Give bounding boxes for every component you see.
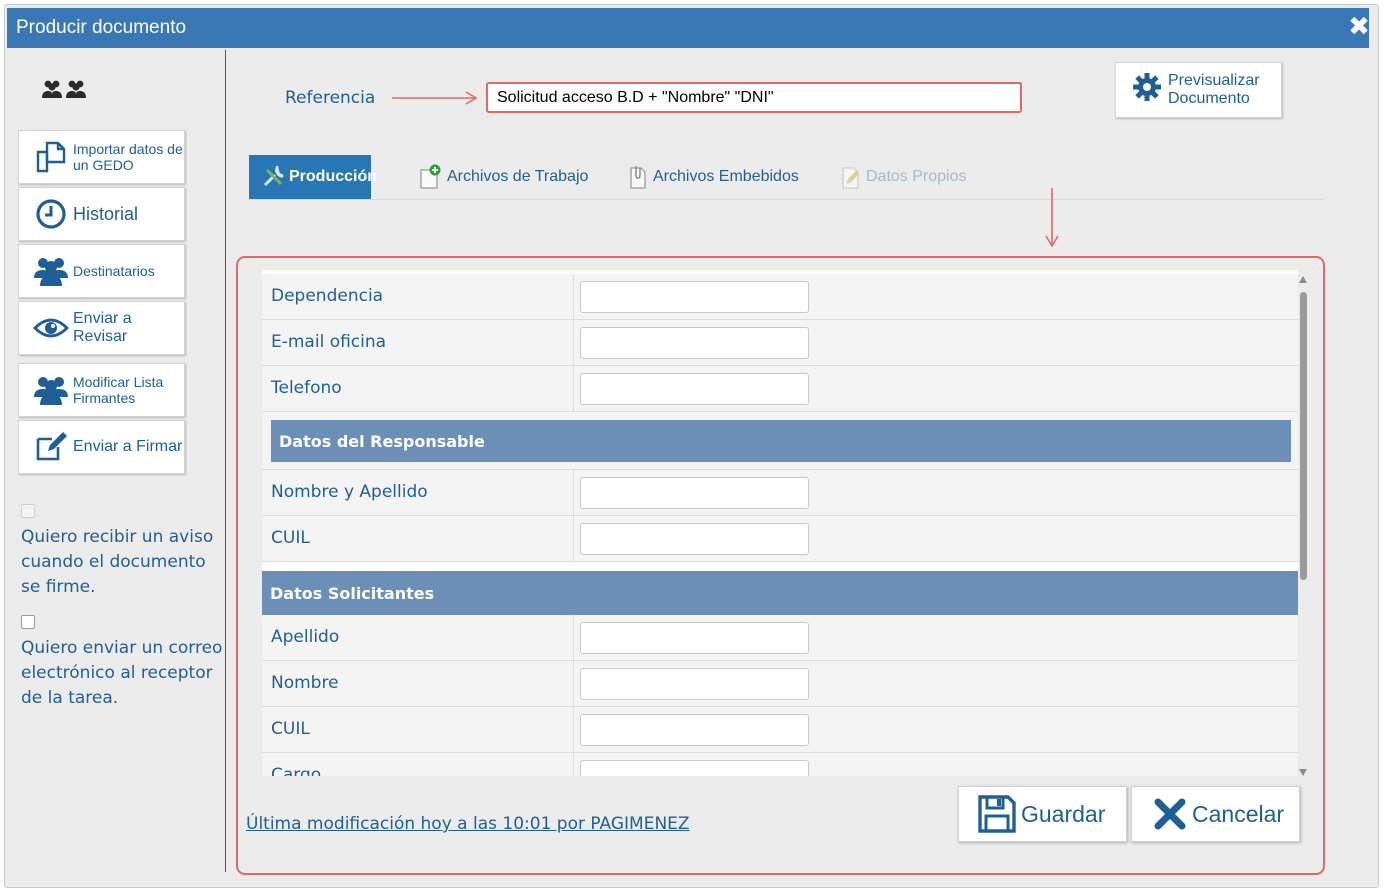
row-divider bbox=[573, 661, 574, 707]
edit-icon bbox=[33, 430, 69, 464]
recipients-button[interactable]: Destinatarios bbox=[18, 244, 185, 298]
users-icon bbox=[33, 373, 69, 407]
modify-signers-label: Modificar Lista Firmantes bbox=[73, 373, 164, 406]
field-label: Telefono bbox=[271, 378, 342, 398]
reference-input[interactable] bbox=[486, 82, 1022, 113]
import-gedo-label: Importar datos de un GEDO bbox=[73, 140, 183, 173]
row-divider bbox=[573, 470, 574, 516]
group-icon bbox=[41, 78, 91, 106]
eye-icon bbox=[33, 311, 69, 345]
table-row: Dependencia bbox=[262, 274, 1298, 320]
telefono-field[interactable] bbox=[580, 373, 809, 405]
send-review-button[interactable]: Enviar a Revisar bbox=[18, 301, 185, 355]
field-label: CUIL bbox=[271, 719, 310, 739]
nombre-apellido-field[interactable] bbox=[580, 477, 809, 509]
table-row: Telefono bbox=[262, 366, 1298, 412]
table-row: Nombre bbox=[262, 661, 1298, 707]
form-table: Dependencia E-mail oficina Telefono Dato… bbox=[262, 270, 1298, 776]
save-button[interactable]: Guardar bbox=[958, 786, 1127, 842]
reference-label: Referencia bbox=[285, 88, 376, 108]
history-button[interactable]: Historial bbox=[18, 187, 185, 241]
add-file-icon bbox=[419, 164, 443, 190]
section-header-responsable: Datos del Responsable bbox=[271, 420, 1291, 462]
table-row: Cargo bbox=[262, 753, 1298, 776]
cuil-responsable-field[interactable] bbox=[580, 523, 809, 555]
email-receiver-checkbox[interactable] bbox=[21, 615, 35, 629]
copy-icon bbox=[33, 140, 69, 174]
recipients-label: Destinatarios bbox=[73, 262, 155, 279]
field-label: E-mail oficina bbox=[271, 332, 387, 352]
arrow-down-icon bbox=[1042, 188, 1062, 254]
table-row: E-mail oficina bbox=[262, 320, 1298, 366]
scroll-down-icon[interactable] bbox=[1299, 769, 1307, 776]
modify-signers-button[interactable]: Modificar Lista Firmantes bbox=[18, 363, 185, 417]
gear-icon bbox=[1132, 72, 1162, 107]
tab-produccion-label: Producción bbox=[289, 168, 378, 185]
field-label: CUIL bbox=[271, 528, 310, 548]
field-label: Apellido bbox=[271, 627, 340, 647]
tab-archivos-embebidos-label: Archivos Embebidos bbox=[653, 168, 799, 185]
row-divider bbox=[573, 753, 574, 776]
dependencia-field[interactable] bbox=[580, 281, 809, 313]
field-label: Cargo bbox=[271, 765, 322, 776]
tab-bar: Producción Archivos de Trabajo Archivos … bbox=[249, 155, 1325, 200]
table-row: CUIL bbox=[262, 516, 1298, 562]
row-divider bbox=[573, 274, 574, 320]
cancel-button[interactable]: Cancelar bbox=[1131, 786, 1300, 842]
last-modified-link[interactable]: Última modificación hoy a las 10:01 por … bbox=[246, 814, 690, 834]
send-sign-button[interactable]: Enviar a Firmar bbox=[18, 420, 185, 474]
scroll-thumb[interactable] bbox=[1300, 292, 1307, 580]
scroll-up-icon[interactable] bbox=[1299, 276, 1307, 283]
preview-document-button[interactable]: Previsualizar Documento bbox=[1115, 62, 1282, 118]
table-row: CUIL bbox=[262, 707, 1298, 753]
table-row: Nombre y Apellido bbox=[262, 470, 1298, 516]
table-row: Apellido bbox=[262, 615, 1298, 661]
close-icon[interactable]: ✖ bbox=[1346, 14, 1372, 40]
section-header-solicitantes: Datos Solicitantes bbox=[262, 571, 1298, 615]
cancel-label: Cancelar bbox=[1192, 800, 1285, 827]
email-oficina-field[interactable] bbox=[580, 327, 809, 359]
send-sign-label: Enviar a Firmar bbox=[73, 437, 183, 455]
floppy-disk-icon bbox=[977, 794, 1017, 834]
row-divider bbox=[573, 516, 574, 562]
row-divider bbox=[573, 366, 574, 412]
save-label: Guardar bbox=[1021, 800, 1106, 827]
notify-signed-checkbox[interactable] bbox=[21, 504, 35, 518]
history-label: Historial bbox=[73, 203, 139, 224]
cuil-solicitante-field[interactable] bbox=[580, 714, 809, 746]
send-review-label: Enviar a Revisar bbox=[73, 309, 132, 345]
form-scrollbar[interactable] bbox=[1298, 270, 1309, 776]
cargo-field[interactable] bbox=[580, 760, 809, 776]
arrow-right-icon bbox=[392, 88, 482, 112]
row-divider bbox=[573, 320, 574, 366]
notify-signed-label: Quiero recibir un aviso cuando el docume… bbox=[21, 527, 214, 597]
field-label: Nombre y Apellido bbox=[271, 482, 428, 502]
import-gedo-button[interactable]: Importar datos de un GEDO bbox=[18, 130, 185, 184]
apellido-field[interactable] bbox=[580, 622, 809, 654]
email-receiver-label: Quiero enviar un correo electrónico al r… bbox=[21, 638, 223, 708]
tab-archivos-trabajo-label: Archivos de Trabajo bbox=[447, 168, 589, 185]
sidebar-divider bbox=[225, 50, 226, 872]
close-icon bbox=[1154, 798, 1186, 830]
attachment-file-icon bbox=[627, 164, 649, 190]
clock-icon bbox=[33, 197, 69, 231]
tab-datos-propios[interactable]: Datos Propios bbox=[840, 155, 967, 199]
tab-archivos-trabajo[interactable]: Archivos de Trabajo bbox=[419, 155, 588, 199]
tab-produccion[interactable]: Producción bbox=[249, 155, 377, 199]
edit-file-icon bbox=[840, 164, 862, 190]
row-divider bbox=[573, 615, 574, 661]
row-divider bbox=[573, 707, 574, 753]
section-row: Datos del Responsable bbox=[262, 412, 1298, 470]
field-label: Dependencia bbox=[271, 286, 384, 306]
sidebar: Importar datos de un GEDO Historial Dest… bbox=[7, 48, 226, 873]
tab-archivos-embebidos[interactable]: Archivos Embebidos bbox=[627, 155, 799, 199]
preview-document-label: Previsualizar Documento bbox=[1168, 71, 1260, 107]
dialog-title: Producir documento bbox=[16, 17, 187, 38]
dialog-titlebar: Producir documento ✖ bbox=[7, 8, 1372, 48]
users-icon bbox=[33, 254, 69, 288]
tab-datos-propios-label: Datos Propios bbox=[866, 168, 967, 185]
field-label: Nombre bbox=[271, 673, 339, 693]
wrench-icon bbox=[263, 166, 285, 188]
nombre-field[interactable] bbox=[580, 668, 809, 700]
